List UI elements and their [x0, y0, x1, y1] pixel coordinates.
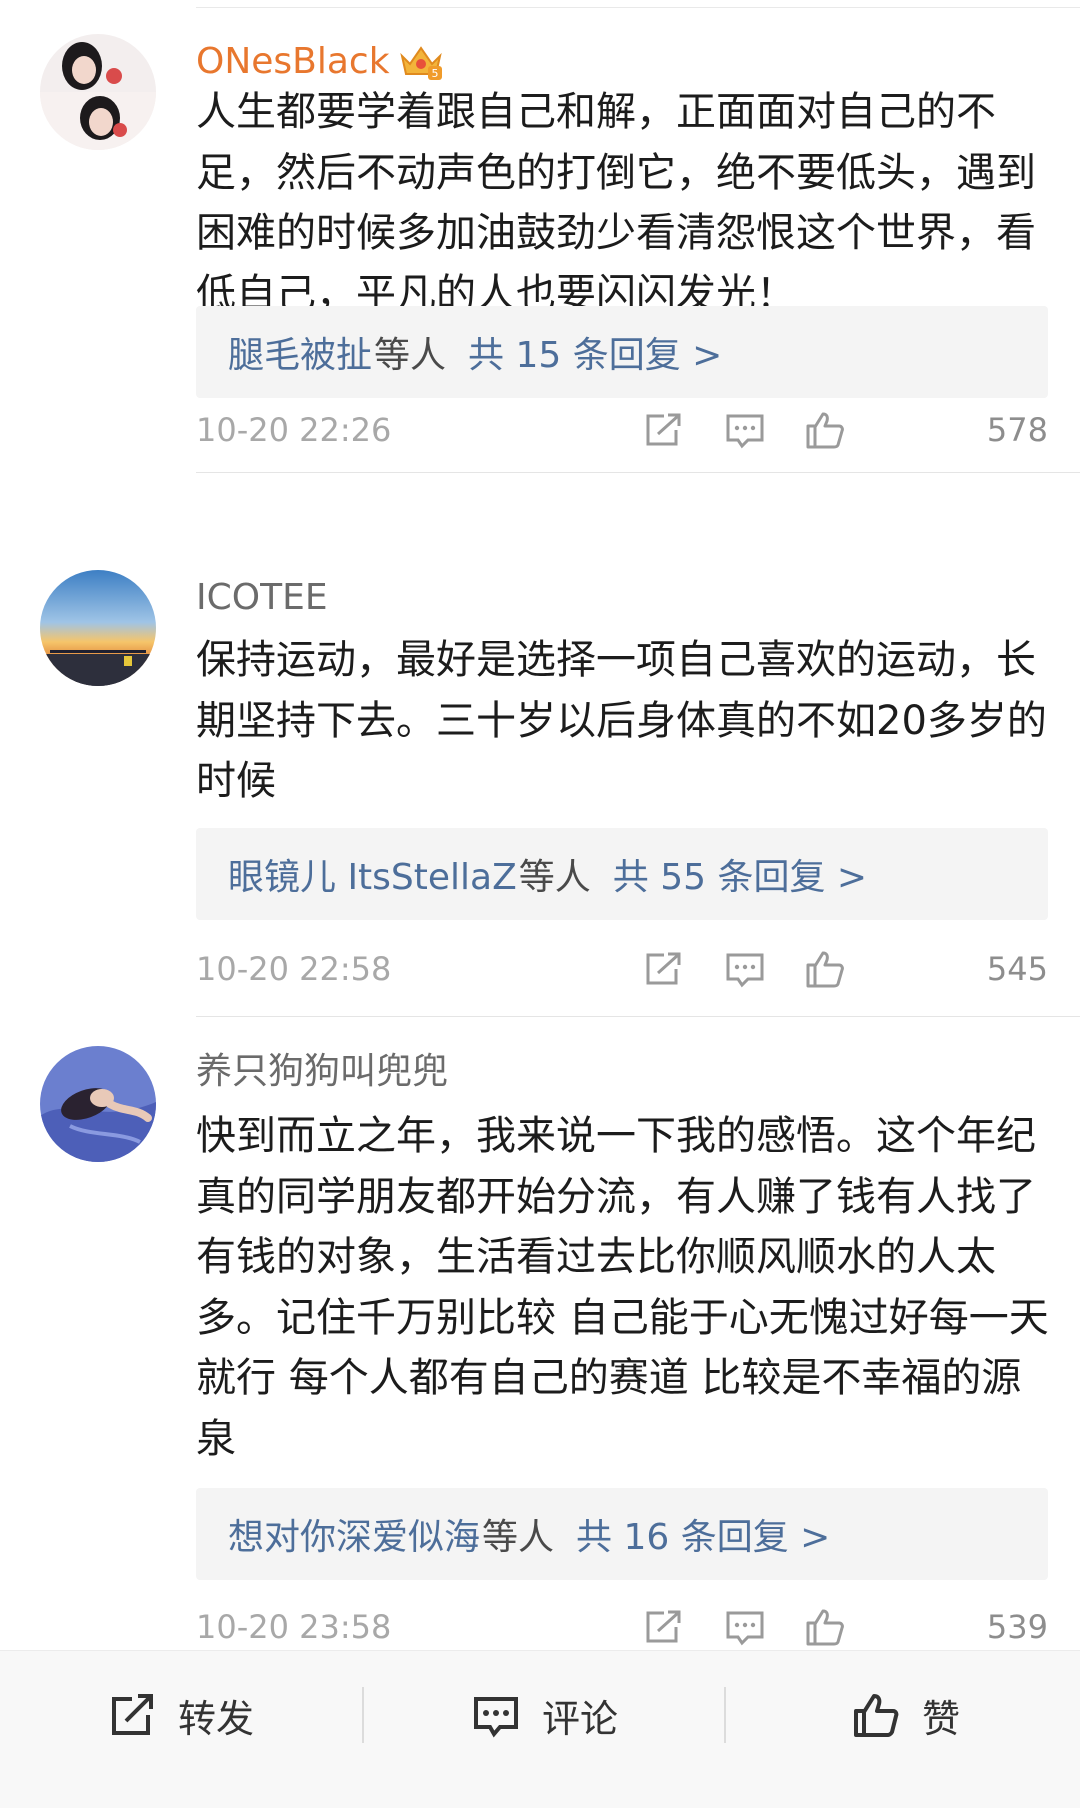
reply-names[interactable]: 腿毛被扯	[228, 326, 372, 378]
thumbs-up-icon[interactable]	[804, 949, 846, 989]
comment-meta: 10-20 22:58 545	[196, 945, 1048, 993]
reply-mid-text: 等人	[518, 857, 591, 898]
thumbs-up-icon[interactable]	[804, 1607, 846, 1647]
comment-icon[interactable]	[724, 949, 766, 989]
bottom-action-bar: 转发 评论 赞	[0, 1650, 1080, 1808]
share-icon[interactable]	[642, 949, 684, 989]
repost-label: 转发	[178, 1696, 255, 1741]
like-count: 539	[986, 1608, 1048, 1646]
comment-icon	[474, 1697, 518, 1738]
top-divider	[196, 7, 1080, 8]
reply-names[interactable]: 眼镜儿 ItsStellaZ	[228, 848, 517, 900]
comment-divider	[196, 472, 1080, 473]
comment-text: 快到而立之年，我来说一下我的感悟。这个年纪真的同学朋友都开始分流，有人赚了钱有人…	[196, 1113, 1049, 1462]
username[interactable]: ICOTEE	[196, 576, 328, 620]
name-row: ONesBlack 5	[196, 40, 444, 84]
share-icon[interactable]	[642, 1607, 684, 1647]
comment-meta: 10-20 23:58 539	[196, 1603, 1048, 1651]
comment-text: 人生都要学着跟自己和解，正面面对自己的不足，然后不动声色的打倒它，绝不要低头，遇…	[196, 89, 1036, 317]
comment-divider	[196, 1016, 1080, 1017]
avatar[interactable]	[40, 34, 156, 150]
comment-meta: 10-20 22:26 578	[196, 406, 1048, 454]
timestamp: 10-20 23:58	[196, 1608, 392, 1646]
reply-mid-text: 等人	[374, 335, 447, 376]
share-icon	[112, 1694, 153, 1735]
timestamp: 10-20 22:26	[196, 411, 392, 449]
repost-button[interactable]: 转发	[108, 1689, 254, 1741]
name-row: 养只狗狗叫兜兜	[196, 1050, 448, 1094]
thumbs-up-icon	[854, 1694, 899, 1737]
crown-badge-icon: 5	[398, 42, 444, 82]
comment-icon[interactable]	[724, 1607, 766, 1647]
reply-mid-text: 等人	[482, 1517, 555, 1558]
reply-count-link[interactable]: 共 55 条回复 >	[613, 848, 867, 900]
avatar[interactable]	[40, 1046, 156, 1162]
thumbs-up-icon[interactable]	[804, 410, 846, 450]
username[interactable]: ONesBlack	[196, 40, 390, 84]
reply-summary[interactable]: 想对你深爱似海 等人 共 16 条回复 >	[196, 1488, 1048, 1580]
reply-count-link[interactable]: 共 15 条回复 >	[468, 326, 722, 378]
avatar[interactable]	[40, 570, 156, 686]
svg-text:5: 5	[431, 67, 438, 80]
like-count: 578	[986, 411, 1048, 449]
name-row: ICOTEE	[196, 576, 328, 620]
timestamp: 10-20 22:58	[196, 950, 392, 988]
reply-summary[interactable]: 腿毛被扯 等人 共 15 条回复 >	[196, 306, 1048, 398]
like-label: 赞	[922, 1696, 961, 1741]
reply-names[interactable]: 想对你深爱似海	[228, 1508, 480, 1560]
like-count: 545	[986, 950, 1048, 988]
comment-text: 保持运动，最好是选择一项自己喜欢的运动，长期坚持下去。三十岁以后身体真的不如20…	[196, 637, 1047, 804]
like-button[interactable]: 赞	[852, 1689, 960, 1741]
share-icon[interactable]	[642, 410, 684, 450]
bar-separator	[362, 1687, 364, 1743]
reply-count-link[interactable]: 共 16 条回复 >	[576, 1508, 830, 1560]
bar-separator	[724, 1687, 726, 1743]
comment-label: 评论	[542, 1696, 619, 1741]
username[interactable]: 养只狗狗叫兜兜	[196, 1050, 448, 1094]
comment-icon[interactable]	[724, 410, 766, 450]
comment-button[interactable]: 评论	[472, 1689, 618, 1741]
reply-summary[interactable]: 眼镜儿 ItsStellaZ 等人 共 55 条回复 >	[196, 828, 1048, 920]
